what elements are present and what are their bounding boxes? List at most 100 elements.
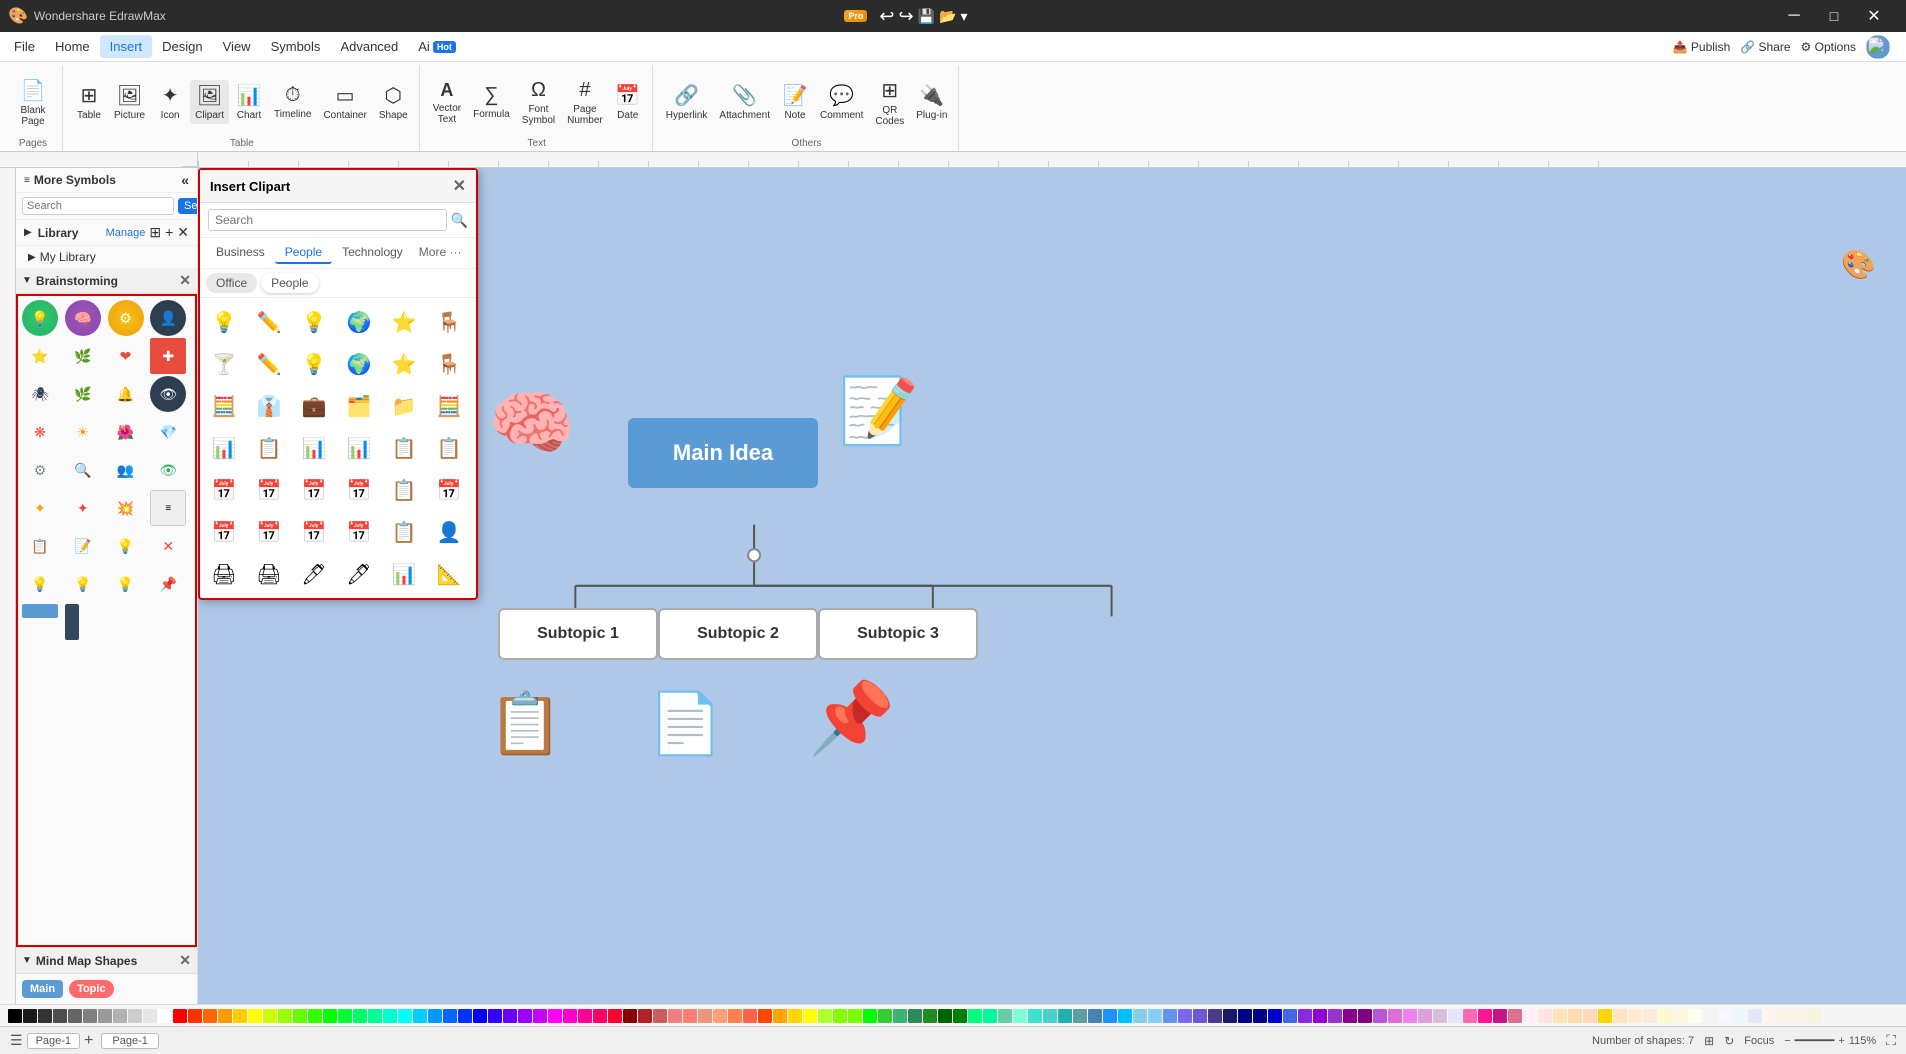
menu-insert[interactable]: Insert (100, 35, 153, 58)
color-swatch[interactable] (758, 1009, 772, 1023)
clipart-item[interactable]: 🌍 (339, 302, 379, 342)
color-swatch[interactable] (893, 1009, 907, 1023)
color-swatch[interactable] (998, 1009, 1012, 1023)
date-button[interactable]: 📅 Date (610, 80, 646, 124)
page-number-button[interactable]: # PageNumber (562, 76, 608, 129)
shape-item[interactable]: 📋 (22, 528, 58, 564)
shape-item[interactable]: ✦ (65, 490, 101, 526)
more-icon[interactable]: ▾ (960, 8, 967, 25)
color-swatch[interactable] (593, 1009, 607, 1023)
color-swatch[interactable] (308, 1009, 322, 1023)
color-swatch[interactable] (338, 1009, 352, 1023)
clipart-item[interactable]: 📋 (429, 428, 469, 468)
page-1-tab[interactable]: Page-1 (27, 1033, 80, 1049)
table-button[interactable]: ⊞ Table (71, 80, 107, 124)
search-button[interactable]: Search (178, 198, 198, 214)
attachment-button[interactable]: 📎 Attachment (714, 80, 775, 124)
shape-item[interactable]: ☀ (65, 414, 101, 450)
color-swatch[interactable] (608, 1009, 622, 1023)
color-swatch[interactable] (1013, 1009, 1027, 1023)
color-swatch[interactable] (413, 1009, 427, 1023)
clipart-button[interactable]: 🖼 Clipart (190, 80, 229, 124)
share-button[interactable]: 🔗 Share (1740, 40, 1790, 54)
shape-item[interactable]: ✕ (150, 528, 186, 564)
clipart-item[interactable]: 🖊 (339, 554, 379, 594)
collapse-sidebar-icon[interactable]: « (181, 172, 189, 188)
clipart-item[interactable]: 🖨 (204, 554, 244, 594)
color-swatch[interactable] (713, 1009, 727, 1023)
color-swatch[interactable] (1538, 1009, 1552, 1023)
clipart-item[interactable]: 📅 (204, 512, 244, 552)
comment-button[interactable]: 💬 Comment (815, 80, 868, 124)
clipart-item[interactable]: 📊 (339, 428, 379, 468)
clipart-item[interactable]: 📅 (204, 470, 244, 510)
tab-people[interactable]: People (275, 242, 332, 264)
menu-design[interactable]: Design (152, 35, 212, 58)
color-swatch[interactable] (923, 1009, 937, 1023)
color-swatch[interactable] (1328, 1009, 1342, 1023)
tab-technology[interactable]: Technology (332, 242, 413, 264)
clipart-item[interactable]: 👔 (249, 386, 289, 426)
my-library-item[interactable]: ▶ My Library (16, 246, 197, 268)
subtopic-2-box[interactable]: Subtopic 2 (658, 608, 818, 660)
color-swatch[interactable] (83, 1009, 97, 1023)
container-button[interactable]: ▭ Container (318, 80, 371, 124)
clipart-item[interactable]: ⭐ (384, 302, 424, 342)
clipart-item[interactable]: 🧮 (429, 386, 469, 426)
color-swatch[interactable] (1133, 1009, 1147, 1023)
shape-item[interactable]: 👤 (150, 300, 186, 336)
color-swatch[interactable] (1718, 1009, 1732, 1023)
color-swatch[interactable] (953, 1009, 967, 1023)
clipart-item[interactable]: ✏️ (249, 344, 289, 384)
color-swatch[interactable] (1613, 1009, 1627, 1023)
shape-item[interactable] (22, 604, 58, 618)
color-swatch[interactable] (1058, 1009, 1072, 1023)
color-swatch[interactable] (1313, 1009, 1327, 1023)
color-swatch[interactable] (1208, 1009, 1222, 1023)
publish-button[interactable]: 📤 Publish (1673, 40, 1731, 54)
color-swatch[interactable] (398, 1009, 412, 1023)
menu-home[interactable]: Home (45, 35, 100, 58)
color-swatch[interactable] (1688, 1009, 1702, 1023)
shape-item[interactable]: 🌿 (65, 338, 101, 374)
color-swatch[interactable] (698, 1009, 712, 1023)
clipart-item[interactable]: 🖊 (294, 554, 334, 594)
clipart-item[interactable]: 📋 (249, 428, 289, 468)
color-swatch[interactable] (803, 1009, 817, 1023)
clipart-item[interactable]: 📁 (384, 386, 424, 426)
add-page-button[interactable]: + (84, 1032, 93, 1050)
shape-item[interactable]: 🔔 (108, 376, 144, 412)
color-swatch[interactable] (1238, 1009, 1252, 1023)
color-swatch[interactable] (1043, 1009, 1057, 1023)
color-swatch[interactable] (1403, 1009, 1417, 1023)
zoom-slider[interactable]: ━━━━━━ (1795, 1034, 1835, 1047)
clipart-item[interactable]: 💡 (294, 344, 334, 384)
color-swatch[interactable] (1178, 1009, 1192, 1023)
qr-codes-button[interactable]: ⊞ QRCodes (870, 75, 909, 130)
color-swatch[interactable] (143, 1009, 157, 1023)
shape-item[interactable]: 💡 (65, 566, 101, 602)
color-swatch[interactable] (1628, 1009, 1642, 1023)
refresh-icon[interactable]: ↻ (1724, 1034, 1734, 1048)
menu-ai[interactable]: Ai Hot (408, 35, 466, 58)
color-swatch[interactable] (1748, 1009, 1762, 1023)
menu-advanced[interactable]: Advanced (330, 35, 408, 58)
color-swatch[interactable] (128, 1009, 142, 1023)
user-avatar[interactable] (1866, 35, 1890, 59)
color-swatch[interactable] (1463, 1009, 1477, 1023)
shape-item[interactable]: ❤ (108, 338, 144, 374)
color-swatch[interactable] (683, 1009, 697, 1023)
color-swatch[interactable] (1253, 1009, 1267, 1023)
shape-item[interactable]: 🕷 (22, 376, 58, 412)
shape-item[interactable]: 📝 (65, 528, 101, 564)
color-swatch[interactable] (1118, 1009, 1132, 1023)
hamburger-icon[interactable]: ☰ (10, 1032, 23, 1049)
color-swatch[interactable] (968, 1009, 982, 1023)
color-swatch[interactable] (503, 1009, 517, 1023)
shape-item[interactable]: 👁 (150, 376, 186, 412)
plugin-button[interactable]: 🔌 Plug-in (911, 80, 952, 124)
color-swatch[interactable] (908, 1009, 922, 1023)
color-swatch[interactable] (488, 1009, 502, 1023)
clipart-item[interactable]: 📅 (339, 470, 379, 510)
formula-button[interactable]: ∑ Formula (468, 81, 515, 123)
